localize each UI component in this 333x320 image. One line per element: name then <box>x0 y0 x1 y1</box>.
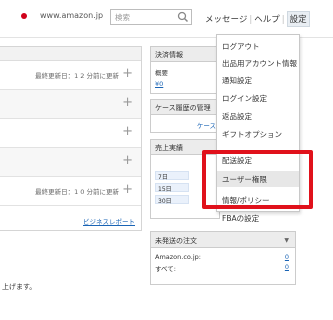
menu-item-fba-settings[interactable]: FBAの設定 <box>217 210 299 226</box>
case-title: ケース履歴の管理 <box>151 100 219 115</box>
search-icon[interactable] <box>176 10 190 24</box>
panel-row: + <box>0 119 141 148</box>
payment-title: 決済情報 <box>151 47 219 62</box>
menu-item-return-settings[interactable]: 返品設定 <box>217 108 299 124</box>
payment-amount-link[interactable]: ¥0 <box>155 80 163 88</box>
menu-item-gift-options[interactable]: ギフトオプション <box>217 126 299 142</box>
panel-row: 最終更新日：1 0 分前に更新 + <box>0 177 141 206</box>
expand-plus-icon[interactable]: + <box>122 153 133 168</box>
japan-flag-icon <box>21 13 27 19</box>
sales-row-7d: 7日 <box>155 171 189 181</box>
menu-item-login-settings[interactable]: ログイン設定 <box>217 90 299 106</box>
menu-item-account-info[interactable]: 出品用アカウント情報 <box>217 55 299 71</box>
business-report-link[interactable]: ビジネスレポート <box>83 216 135 226</box>
highlight-annotation <box>202 150 313 209</box>
panel-row: + <box>0 90 141 119</box>
expand-plus-icon[interactable]: + <box>122 182 133 197</box>
expand-plus-icon[interactable]: + <box>122 124 133 139</box>
settings-link[interactable]: 設定 <box>286 11 310 27</box>
case-widget: ケース履歴の管理 ケース <box>150 99 220 133</box>
expand-plus-icon[interactable]: + <box>122 95 133 110</box>
dashboard-panel: 最終更新日：1 2 分前に更新 + + + + 最終更新日：1 0 分前に更新 … <box>0 46 142 231</box>
payment-label: 概要 <box>155 69 168 77</box>
unshipped-title: 未発送の注文 <box>151 232 295 248</box>
help-link[interactable]: ヘルプ <box>254 13 280 25</box>
body-text: 上げます。 <box>2 283 37 291</box>
last-updated-text: 最終更新日：1 0 分前に更新 <box>35 188 119 196</box>
site-name[interactable]: www.amazon.jp <box>40 11 103 20</box>
top-nav: メッセージ | ヘルプ | 設定 <box>205 11 310 27</box>
payment-widget: 決済情報 概要 ¥0 <box>150 46 220 94</box>
messages-link[interactable]: メッセージ <box>205 13 247 25</box>
unshipped-orders-widget: 未発送の注文 ▼ Amazon.co.jp: 0 すべて: 0 <box>150 231 296 285</box>
case-link[interactable]: ケース <box>197 120 216 130</box>
sales-row-30d: 30日 <box>155 195 189 205</box>
menu-item-notifications[interactable]: 通知設定 <box>217 72 299 88</box>
expand-plus-icon[interactable]: + <box>122 66 133 81</box>
row-background <box>0 148 141 176</box>
top-bar: www.amazon.jp 検索 メッセージ | ヘルプ | 設定 <box>0 0 333 38</box>
nav-separator: | <box>281 15 285 25</box>
panel-row: + <box>0 148 141 177</box>
panel-row: 最終更新日：1 2 分前に更新 + <box>0 61 141 90</box>
unshipped-label: すべて: <box>155 265 176 273</box>
last-updated-text: 最終更新日：1 2 分前に更新 <box>35 72 119 80</box>
nav-separator: | <box>249 15 253 25</box>
menu-item-logout[interactable]: ログアウト <box>217 38 299 54</box>
row-background <box>0 90 141 118</box>
unshipped-label: Amazon.co.jp: <box>155 253 201 261</box>
chevron-down-icon[interactable]: ▼ <box>284 237 289 244</box>
sales-row-15d: 15日 <box>155 183 189 193</box>
unshipped-count-link[interactable]: 0 <box>285 263 289 271</box>
unshipped-count-link[interactable]: 0 <box>285 253 289 261</box>
panel-header <box>0 47 141 61</box>
